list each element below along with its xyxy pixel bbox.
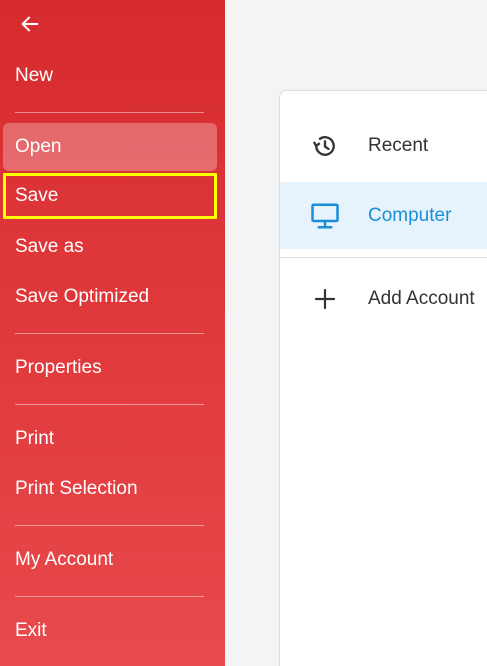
monitor-icon: [310, 201, 340, 231]
menu-item-label: Exit: [15, 620, 47, 641]
location-label: Computer: [368, 204, 452, 226]
menu-divider: [15, 333, 204, 334]
location-computer[interactable]: Computer: [280, 182, 487, 249]
locations-panel: Recent Computer Add Account: [279, 90, 487, 666]
menu-item-label: New: [15, 65, 54, 86]
menu-item-label: Print: [15, 428, 55, 449]
menu-item-save-optimized[interactable]: Save Optimized: [3, 273, 217, 321]
plus-icon: [310, 284, 340, 314]
menu-divider: [15, 525, 204, 526]
app-window: New Open Save Save as Save Optimized Pro…: [0, 0, 487, 666]
menu-item-save-as[interactable]: Save as: [3, 223, 217, 271]
file-menu-sidebar: New Open Save Save as Save Optimized Pro…: [0, 0, 225, 666]
menu-item-label: Print Selection: [15, 478, 138, 499]
add-account-button[interactable]: Add Account: [280, 266, 487, 332]
menu-divider: [15, 596, 204, 597]
menu-item-label: Save: [15, 185, 59, 206]
location-label: Recent: [368, 135, 429, 156]
menu-item-properties[interactable]: Properties: [3, 344, 217, 392]
menu-item-save[interactable]: Save: [3, 173, 217, 219]
panel-divider: [280, 257, 487, 258]
menu-item-label: Properties: [15, 357, 102, 378]
arrow-left-icon: [19, 13, 41, 40]
menu-item-new[interactable]: New: [3, 52, 217, 100]
menu-item-my-account[interactable]: My Account: [3, 536, 217, 584]
menu-divider: [15, 112, 204, 113]
location-label: Add Account: [368, 288, 475, 309]
menu-item-label: My Account: [15, 549, 114, 570]
menu-item-label: Save as: [15, 236, 84, 257]
back-button[interactable]: [14, 12, 46, 40]
menu-item-open[interactable]: Open: [3, 123, 217, 171]
menu-item-label: Open: [15, 136, 62, 157]
history-icon: [310, 131, 340, 161]
menu-item-print-selection[interactable]: Print Selection: [3, 465, 217, 513]
menu-item-exit[interactable]: Exit: [3, 607, 217, 655]
menu-item-print[interactable]: Print: [3, 415, 217, 463]
location-recent[interactable]: Recent: [280, 113, 487, 179]
menu-divider: [15, 404, 204, 405]
menu-item-label: Save Optimized: [15, 286, 150, 307]
